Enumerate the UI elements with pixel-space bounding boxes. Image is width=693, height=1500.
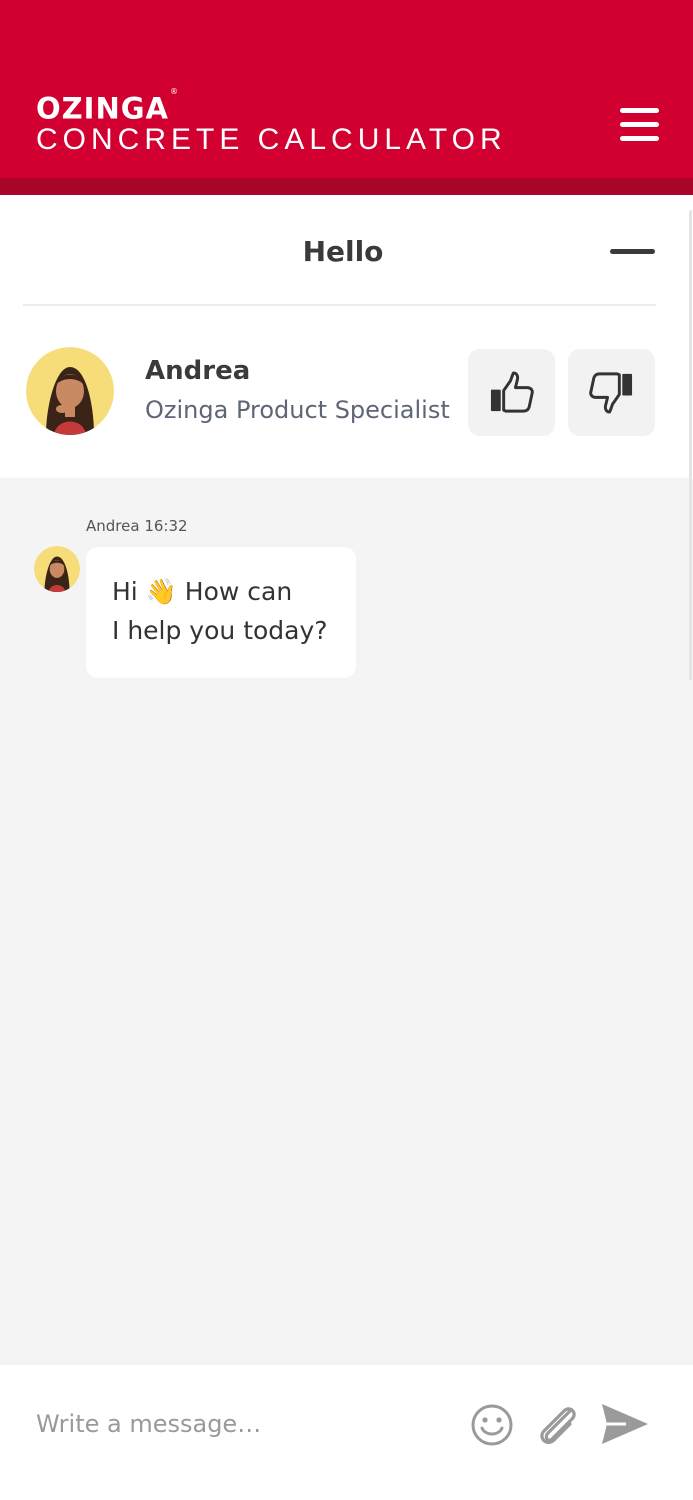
header-shadow-strip [0,178,693,195]
send-icon[interactable] [598,1400,652,1448]
minimize-icon[interactable] [604,238,662,268]
ozinga-logo: OZINGA® [36,87,179,127]
app-header: OZINGA® CONCRETE CALCULATOR [0,0,693,195]
thumbs-down-icon [589,372,633,414]
message-meta: Andrea 16:32 [86,517,188,535]
registered-mark: ® [170,87,179,96]
message-input[interactable] [22,1397,452,1451]
divider [23,304,656,306]
paperclip-icon[interactable] [534,1403,582,1447]
message-bubble: Hi 👋 How can I help you today? [86,547,356,678]
agent-role: Ozinga Product Specialist [145,396,450,424]
message-text-line-2: I help you today? [112,616,328,645]
message-text-line-1: Hi 👋 How can [112,577,293,606]
scrollbar[interactable] [689,210,692,680]
chat-title: Hello [302,235,384,268]
app-name: CONCRETE CALCULATOR [36,123,507,156]
hamburger-menu-icon[interactable] [614,104,664,146]
message-avatar [34,546,80,592]
agent-avatar [26,347,114,435]
brand-name: OZINGA [36,91,169,126]
thumbs-up-icon [490,371,534,413]
agent-name: Andrea [145,356,251,386]
thumbs-up-button[interactable] [468,349,555,436]
thumbs-down-button[interactable] [568,349,655,436]
smiley-icon[interactable] [470,1403,514,1447]
